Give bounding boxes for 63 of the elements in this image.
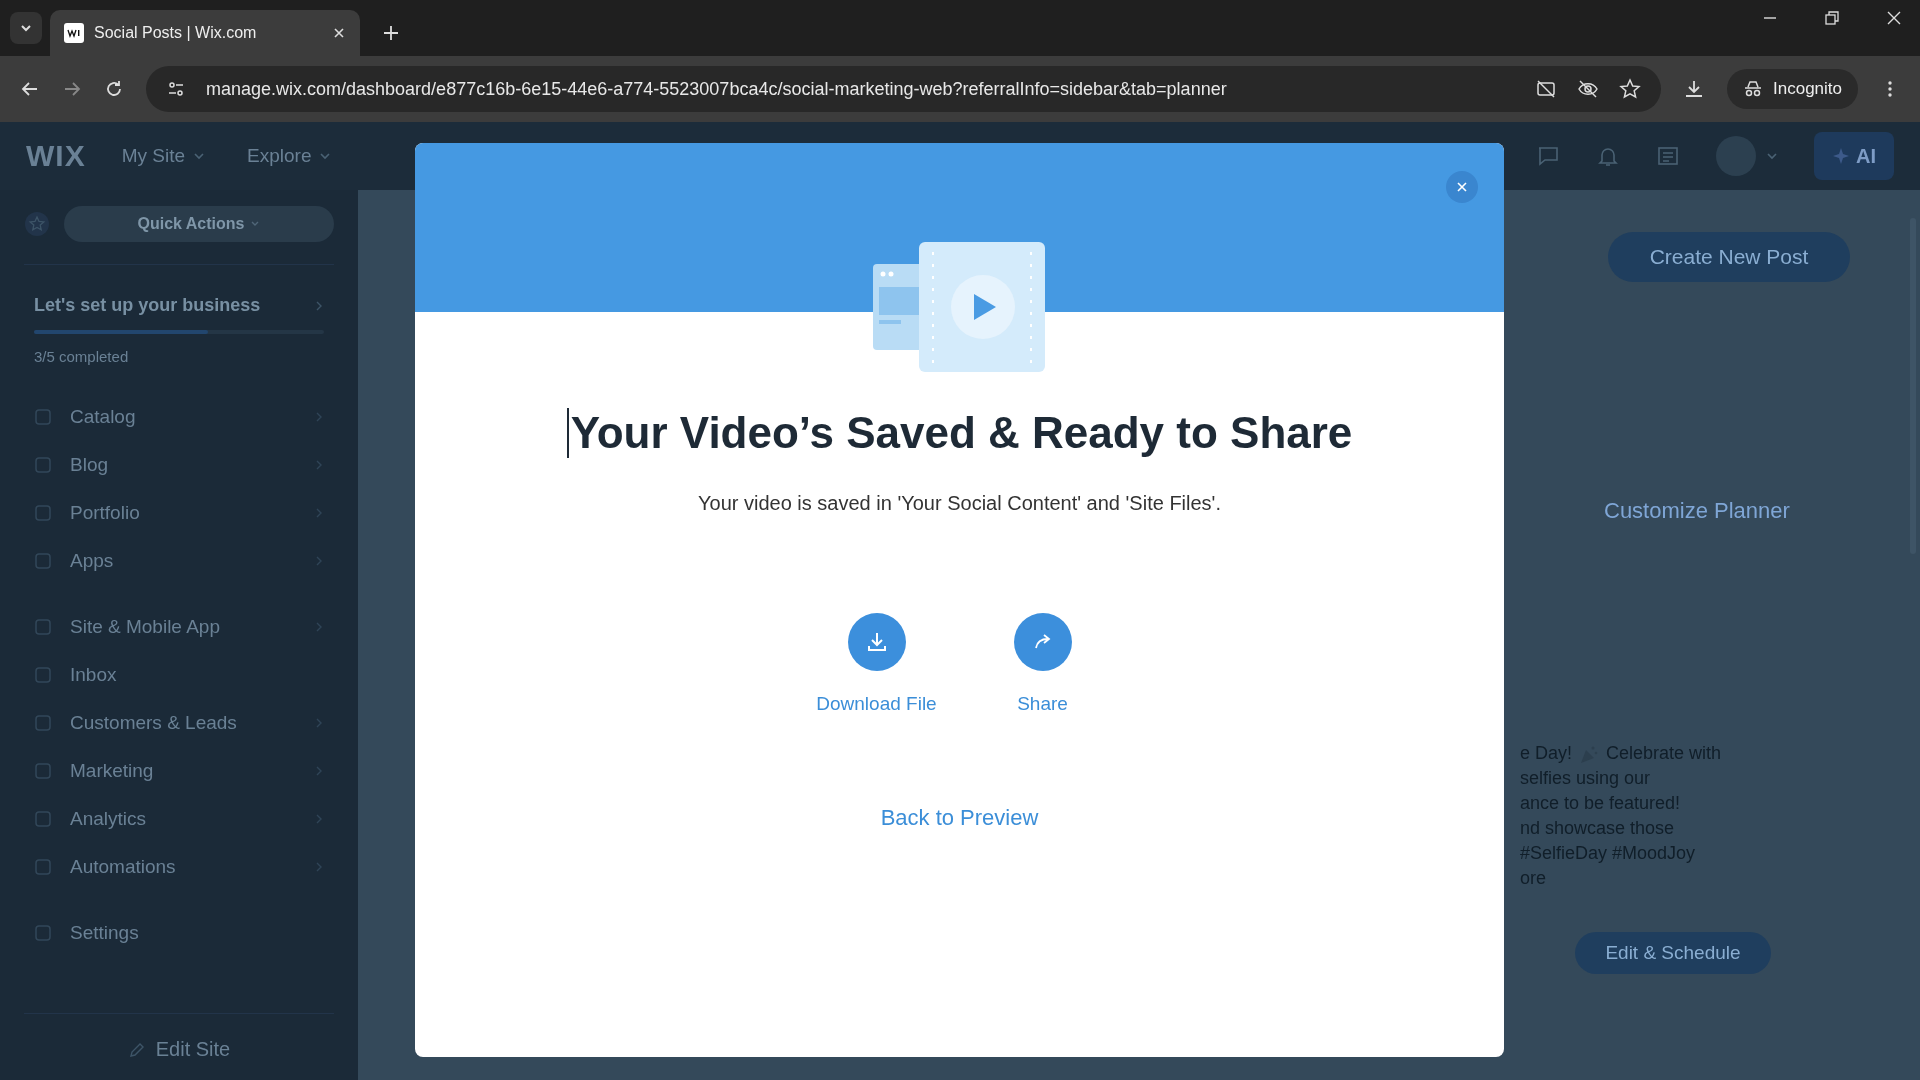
- customize-planner-link[interactable]: Customize Planner: [1604, 498, 1790, 524]
- star-icon[interactable]: [1619, 78, 1641, 100]
- download-button[interactable]: [847, 613, 906, 671]
- site-favicon-icon: [64, 23, 84, 43]
- quick-actions-button[interactable]: Quick Actions: [64, 206, 334, 242]
- square-icon: [34, 504, 52, 522]
- reload-icon[interactable]: [104, 79, 124, 99]
- restore-icon[interactable]: [1824, 10, 1840, 26]
- nav-item[interactable]: Marketing: [24, 747, 334, 795]
- square-icon: [34, 924, 52, 942]
- tab-title: Social Posts | Wix.com: [94, 24, 258, 42]
- url-text: manage.wix.com/dashboard/e877c16b-6e15-44e6-a774-5523007bca4c/social-marketing-web?referralInfo=sidebar&tab=planner: [206, 78, 1228, 100]
- incognito-icon: [1743, 79, 1763, 99]
- close-window-icon[interactable]: [1886, 10, 1902, 26]
- square-icon: [34, 618, 52, 636]
- chevron-down-icon: [319, 150, 332, 162]
- tab-list-button[interactable]: [10, 12, 42, 44]
- square-icon: [34, 714, 52, 732]
- top-menu-button[interactable]: Explore: [241, 144, 338, 168]
- nav-item[interactable]: Automations: [24, 843, 334, 891]
- edit-site-button[interactable]: Edit Site: [24, 1013, 334, 1062]
- download-icon[interactable]: [1683, 78, 1705, 100]
- nav-item[interactable]: Inbox: [24, 651, 334, 699]
- square-icon: [34, 666, 52, 684]
- nav-item[interactable]: Catalog: [24, 393, 334, 441]
- share-button[interactable]: [1013, 613, 1072, 671]
- new-tab-icon[interactable]: [382, 24, 400, 42]
- close-icon: [1456, 181, 1468, 193]
- action-label[interactable]: Download File: [816, 693, 937, 715]
- square-icon: [34, 858, 52, 876]
- browser-tab[interactable]: Social Posts | Wix.com: [50, 10, 360, 56]
- setup-title[interactable]: Let's set up your business: [34, 295, 261, 316]
- square-icon: [34, 552, 52, 570]
- incognito-button[interactable]: Incognito: [1727, 69, 1858, 109]
- action-label[interactable]: Share: [1017, 693, 1068, 715]
- wix-logo[interactable]: WIX: [26, 139, 86, 173]
- address-field[interactable]: manage.wix.com/dashboard/e877c16b-6e15-44e6-a774-5523007bca4c/social-marketing-web?referralInfo=sidebar&tab=planner: [146, 66, 1661, 112]
- eye-off-icon[interactable]: [1577, 78, 1599, 100]
- nav-item[interactable]: Blog: [24, 441, 334, 489]
- dialog-message: Your video is saved in 'Your Social Content' and 'Site Files'.: [698, 492, 1221, 515]
- text-cursor: [566, 408, 569, 458]
- square-icon: [34, 456, 52, 474]
- nav-item[interactable]: Settings: [24, 909, 334, 957]
- square-icon: [34, 408, 52, 426]
- square-icon: [34, 810, 52, 828]
- edit-schedule-button[interactable]: Edit & Schedule: [1575, 932, 1771, 974]
- nav-item[interactable]: Apps: [24, 537, 334, 585]
- top-menu-button[interactable]: My Site: [115, 144, 212, 168]
- nav-item[interactable]: Customers & Leads: [24, 699, 334, 747]
- create-post-button[interactable]: Create New Post: [1608, 232, 1850, 282]
- dialog-title: Your Video’s Saved & Ready to Share: [566, 408, 1353, 458]
- progress-text: 3/5 completed: [34, 348, 130, 365]
- sparkle-icon: [1832, 147, 1850, 165]
- close-icon[interactable]: [332, 26, 346, 40]
- nav-item[interactable]: Portfolio: [24, 489, 334, 537]
- site-settings-icon[interactable]: [166, 79, 186, 99]
- camera-off-icon[interactable]: [1535, 78, 1557, 100]
- chevron-down-icon: [193, 150, 206, 162]
- nav-item[interactable]: Analytics: [24, 795, 334, 843]
- square-icon: [34, 762, 52, 780]
- ai-button[interactable]: AI: [1814, 132, 1894, 180]
- nav-item[interactable]: Site & Mobile App: [24, 603, 334, 651]
- back-to-preview-link[interactable]: Back to Preview: [880, 805, 1039, 831]
